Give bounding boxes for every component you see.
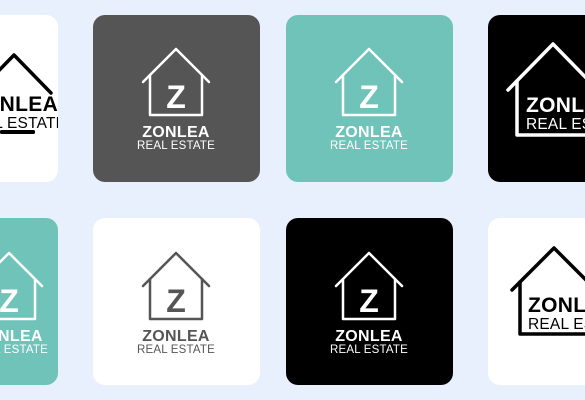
zonlea-logo: Z ZONLEA REAL ESTATE (330, 251, 408, 356)
monogram: Z (0, 283, 19, 319)
monogram: Z (359, 79, 379, 115)
monogram: Z (359, 283, 379, 319)
zonlea-logo: Z ZONLEA REAL ESTATE (137, 251, 215, 356)
brand-name: ZONLEA (142, 124, 210, 141)
logo-variant-grid: ZONLEA REAL ESTATE Z ZONLEA REAL ESTATE … (0, 0, 585, 400)
zonlea-logo: ZONLEA REAL ESTATE (510, 246, 585, 336)
logo-tile-white: Z ZONLEA REAL ESTATE (93, 218, 260, 385)
brand-name: ZONLEA (335, 328, 403, 345)
brand-subtitle: REAL ESTATE (137, 344, 215, 356)
zonlea-logo: Z ZONLEA REAL ESTATE (137, 47, 215, 152)
brand-name: ZONLEA (0, 93, 58, 116)
logo-tile-black: Z ZONLEA REAL ESTATE (286, 218, 453, 385)
brand-subtitle: REAL ESTATE (526, 116, 585, 133)
brand-name: ZONLEA (335, 124, 403, 141)
zonlea-logo: Z ZONLEA REAL ESTATE (330, 47, 408, 152)
house-icon (0, 53, 53, 95)
logo-tile-white-right-cropped: ZONLEA REAL ESTATE (488, 218, 585, 385)
brand-subtitle: REAL ESTATE (137, 140, 215, 152)
zonlea-logo: Z ZONLEA REAL ESTATE (0, 251, 48, 356)
zonlea-logo: ZONLEA REAL ESTATE (506, 42, 585, 137)
logo-tile-teal: Z ZONLEA REAL ESTATE (286, 15, 453, 182)
brand-subtitle: REAL ESTATE (330, 344, 408, 356)
brand-name: ZONLEA (526, 94, 585, 117)
logo-tile-white-cropped: ZONLEA REAL ESTATE (0, 15, 58, 182)
brand-name: ZONLEA (528, 294, 585, 317)
brand-subtitle: REAL ESTATE (0, 115, 58, 132)
monogram: Z (166, 283, 186, 319)
brand-name: ZONLEA (0, 328, 43, 345)
brand-subtitle: REAL ESTATE (0, 344, 48, 356)
brand-subtitle: REAL ESTATE (528, 316, 585, 333)
logo-tile-black-cropped: ZONLEA REAL ESTATE (488, 15, 585, 182)
brand-name: ZONLEA (142, 328, 210, 345)
monogram: Z (166, 79, 186, 115)
brand-subtitle: REAL ESTATE (330, 140, 408, 152)
logo-tile-teal-cropped: Z ZONLEA REAL ESTATE (0, 218, 58, 385)
zonlea-logo: ZONLEA REAL ESTATE (0, 53, 58, 134)
logo-tile-dark-gray: Z ZONLEA REAL ESTATE (93, 15, 260, 182)
